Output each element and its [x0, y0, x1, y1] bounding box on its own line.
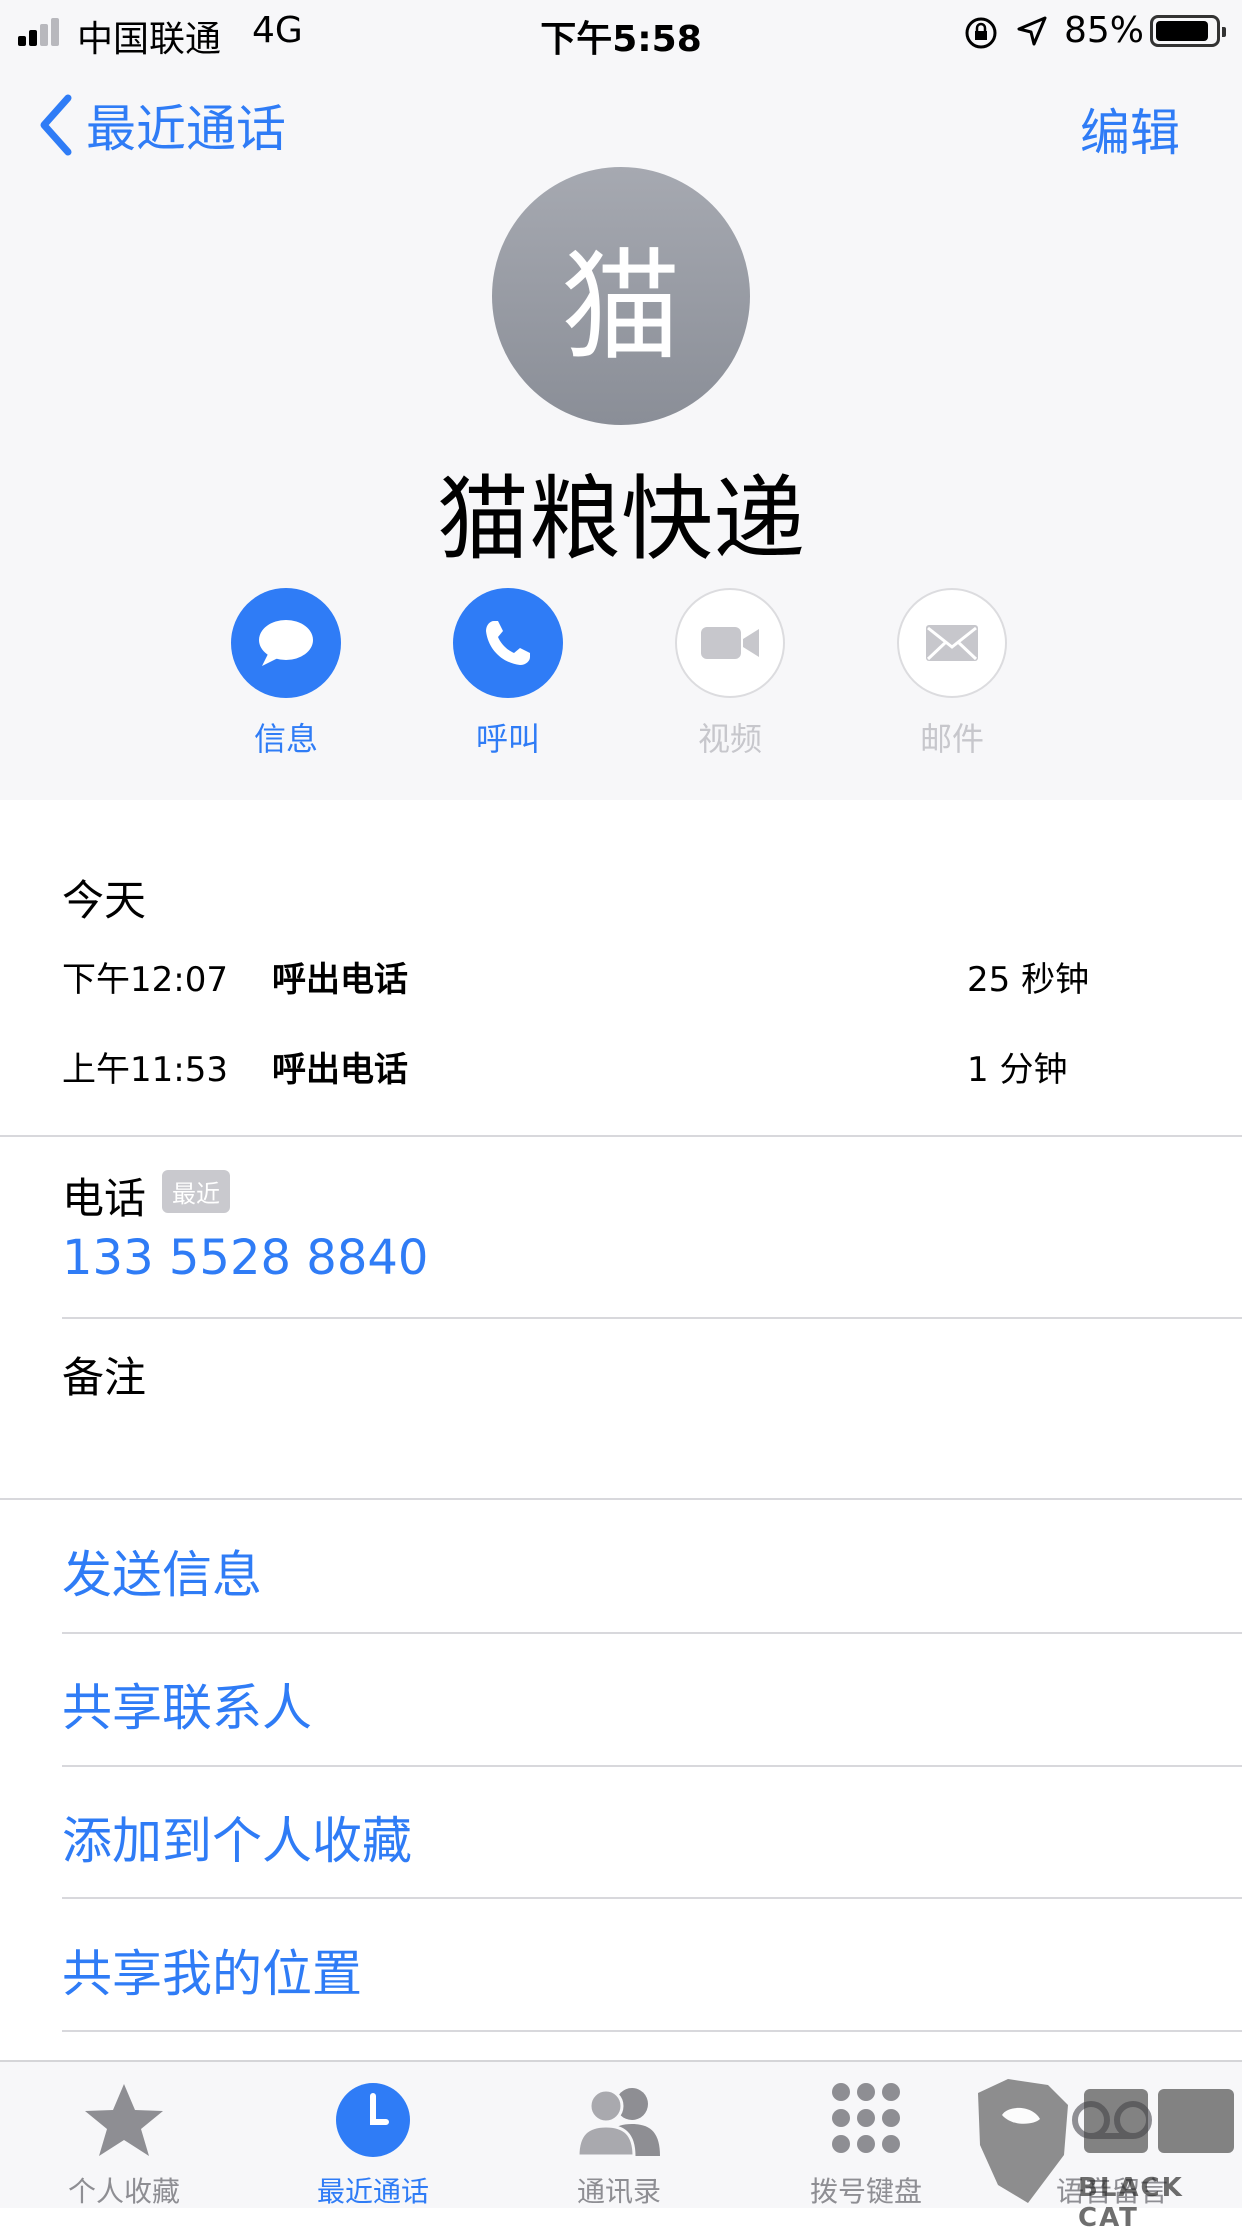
back-button[interactable]: 最近通话 [36, 90, 286, 160]
tab-label: 拨号键盘 [809, 2175, 922, 2208]
video-button[interactable]: 视频 [630, 588, 830, 760]
mail-icon [926, 625, 978, 661]
recent-calls-title: 今天 [62, 876, 147, 925]
contact-name: 猫粮快递 [436, 466, 805, 573]
keypad-icon [832, 2083, 900, 2153]
avatar-initial: 猫 [561, 238, 681, 377]
contacts-icon [576, 2088, 660, 2158]
tab-label: 个人收藏 [67, 2175, 180, 2208]
message-button[interactable]: 信息 [186, 588, 386, 760]
call-time: 上午11:53 [62, 1050, 228, 1090]
tab-keypad[interactable]: 拨号键盘 [766, 2080, 966, 2210]
video-label: 视频 [697, 720, 762, 758]
edit-button[interactable]: 编辑 [1080, 93, 1180, 165]
clock-icon [336, 2083, 410, 2157]
divider [0, 1498, 1242, 1500]
call-duration: 1 分钟 [967, 1050, 1068, 1090]
call-type: 呼出电话 [272, 1050, 408, 1090]
divider [62, 1632, 1242, 1634]
tab-contacts[interactable]: 通讯录 [519, 2080, 719, 2210]
battery-icon [1150, 15, 1226, 47]
send-message-link[interactable]: 发送信息 [62, 1535, 262, 1607]
watermark-logo: BLACK CAT [968, 2075, 1242, 2233]
location-icon [1017, 16, 1047, 46]
tab-label: 通讯录 [576, 2175, 661, 2208]
watermark-text: BLACK CAT [1078, 2173, 1184, 2233]
message-icon [259, 620, 313, 666]
divider [62, 1317, 1242, 1319]
tab-recents[interactable]: 最近通话 [273, 2080, 473, 2210]
phone-label: 电话 [62, 1174, 147, 1223]
call-type: 呼出电话 [272, 960, 408, 1000]
back-button-label: 最近通话 [86, 100, 286, 158]
share-contact-link[interactable]: 共享联系人 [62, 1668, 312, 1740]
divider [62, 1897, 1242, 1899]
status-time: 下午5:58 [540, 19, 702, 60]
recent-badge: 最近 [162, 1170, 230, 1213]
call-duration: 25 秒钟 [967, 960, 1090, 1000]
add-to-favorites-link[interactable]: 添加到个人收藏 [62, 1801, 412, 1873]
message-label: 信息 [253, 720, 318, 758]
chevron-left-icon [40, 94, 72, 156]
video-icon [701, 627, 759, 659]
star-icon [85, 2084, 163, 2156]
phone-icon [486, 621, 530, 665]
mail-button[interactable]: 邮件 [852, 588, 1052, 760]
call-label: 呼叫 [475, 720, 540, 758]
divider [62, 2030, 1242, 2032]
status-bar: 中国联通 4G 下午5:58 85% [0, 0, 1242, 62]
mail-label: 邮件 [919, 720, 984, 758]
call-time: 下午12:07 [62, 960, 228, 1000]
share-location-link[interactable]: 共享我的位置 [62, 1934, 362, 2006]
avatar: 猫 [492, 167, 750, 425]
tab-label: 最近通话 [316, 2175, 429, 2208]
divider [0, 1135, 1242, 1137]
phone-number[interactable]: 133 5528 8840 [62, 1230, 428, 1286]
rotation-lock-icon [965, 17, 997, 49]
tab-favorites[interactable]: 个人收藏 [24, 2080, 224, 2210]
battery-percent: 85% [1064, 10, 1145, 51]
notes-field[interactable]: 备注 [62, 1344, 146, 1405]
divider [62, 1765, 1242, 1767]
call-button[interactable]: 呼叫 [408, 588, 608, 760]
